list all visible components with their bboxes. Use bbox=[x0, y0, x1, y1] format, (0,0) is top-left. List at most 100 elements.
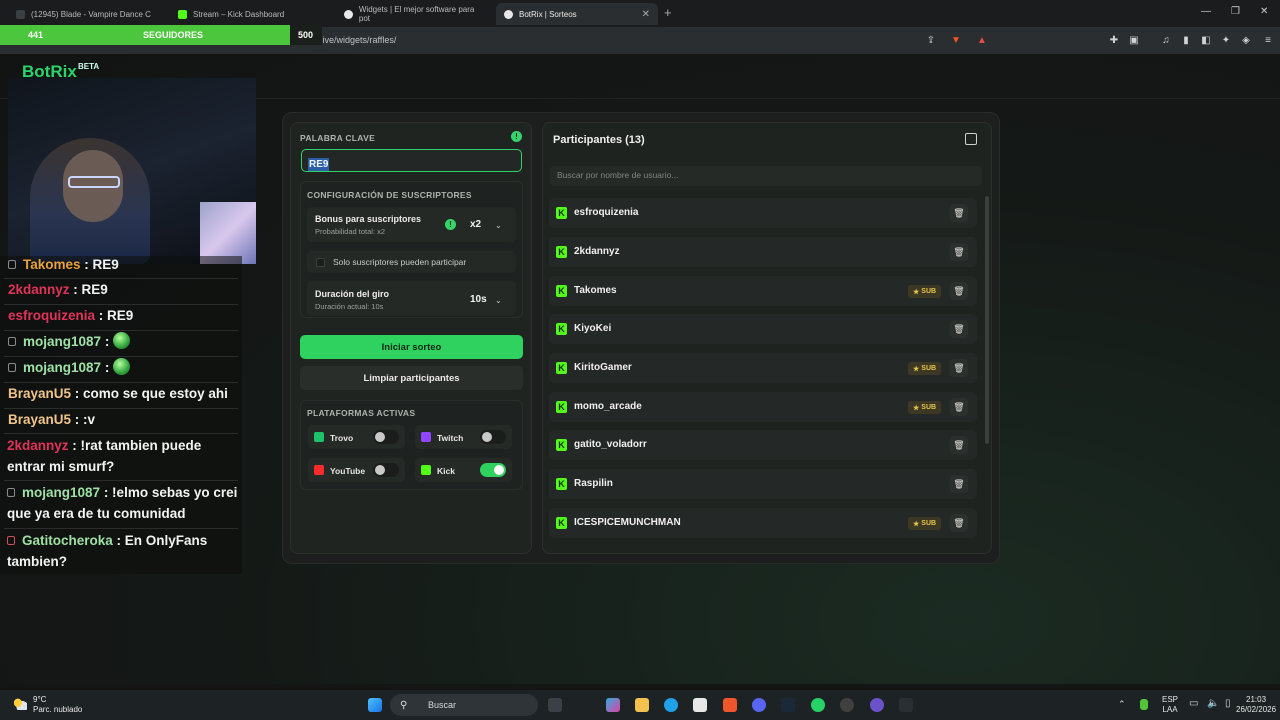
sub-badge-label: SUB bbox=[921, 288, 937, 295]
chat-user: Takomes bbox=[23, 257, 81, 272]
clock[interactable]: 21:03 26/02/2026 bbox=[1236, 695, 1276, 715]
chat-message: Gatitocheroka : En OnlyFans tambien? bbox=[7, 530, 243, 572]
trovo-toggle[interactable] bbox=[373, 430, 399, 444]
botrix-favicon-icon bbox=[344, 9, 353, 19]
chat-user: Gatitocheroka bbox=[22, 533, 113, 548]
chat-text: : RE9 bbox=[98, 308, 134, 323]
close-tab-icon[interactable]: ✕ bbox=[642, 9, 650, 20]
taskbar-search[interactable]: Buscar bbox=[390, 694, 538, 716]
obs-icon[interactable] bbox=[840, 698, 854, 712]
toggle-knob bbox=[375, 432, 385, 442]
store-icon[interactable] bbox=[693, 698, 707, 712]
twitch-toggle[interactable] bbox=[480, 430, 506, 444]
bonus-row bbox=[307, 207, 516, 242]
trovo-icon bbox=[314, 432, 324, 442]
wallet-icon[interactable]: ◧ bbox=[1200, 34, 1212, 46]
chat-text: : bbox=[104, 360, 110, 375]
minimize-icon[interactable]: — bbox=[1201, 6, 1211, 17]
trash-icon[interactable]: 🗑 bbox=[950, 282, 968, 300]
kick-icon: K bbox=[556, 517, 567, 529]
network-icon[interactable]: ▭ bbox=[1189, 698, 1198, 709]
follower-goal-bar: 441 SEGUIDORES 500 bbox=[0, 25, 322, 45]
bonus-subtitle: Probabilidad total: x2 bbox=[315, 227, 386, 236]
chat-text: : como se que estoy ahi bbox=[74, 386, 228, 401]
share-icon[interactable]: ⇪ bbox=[925, 34, 937, 46]
tab-botrix-sorteos[interactable]: BotRix | Sorteos ✕ bbox=[496, 3, 658, 25]
kick-icon: K bbox=[556, 401, 567, 413]
participant-name: gatito_voladorr bbox=[574, 439, 647, 450]
brave-shields-icon[interactable]: ▼ bbox=[950, 34, 962, 46]
spin-duration-select[interactable]: 10s bbox=[470, 294, 487, 305]
vpn-shield-icon[interactable]: ◈ bbox=[1240, 34, 1252, 46]
tab-widgets[interactable]: Widgets | El mejor software para pot bbox=[336, 3, 494, 25]
participant-name: Raspilin bbox=[574, 478, 613, 489]
participants-scrollbar[interactable] bbox=[985, 196, 989, 444]
discord-icon[interactable] bbox=[752, 698, 766, 712]
steam-icon[interactable] bbox=[781, 698, 795, 712]
maximize-icon[interactable]: ❐ bbox=[1231, 6, 1240, 17]
platform-kick: Kick bbox=[415, 458, 512, 482]
trash-icon[interactable]: 🗑 bbox=[950, 320, 968, 338]
trash-icon[interactable]: 🗑 bbox=[950, 243, 968, 261]
tab-kick-dashboard[interactable]: Stream – Kick Dashboard bbox=[170, 3, 335, 25]
leo-ai-icon[interactable]: ✦ bbox=[1220, 34, 1232, 46]
chevron-down-icon[interactable]: ⌄ bbox=[495, 221, 502, 230]
extensions-icon[interactable]: ✚ bbox=[1108, 34, 1120, 46]
sub-badge-label: SUB bbox=[921, 404, 937, 411]
input-language[interactable]: ESP LAA bbox=[1162, 695, 1178, 715]
app-icon[interactable] bbox=[899, 698, 913, 712]
toggle-knob bbox=[375, 465, 385, 475]
copy-icon[interactable] bbox=[965, 133, 977, 145]
task-view-icon[interactable] bbox=[548, 698, 562, 712]
volume-icon[interactable]: 🔈 bbox=[1207, 698, 1219, 709]
kick-toggle[interactable] bbox=[480, 463, 506, 477]
chevron-up-icon[interactable]: ⌃ bbox=[1118, 699, 1126, 710]
start-icon[interactable] bbox=[368, 698, 382, 712]
battery-icon[interactable]: ▯ bbox=[1225, 698, 1231, 709]
youtube-toggle[interactable] bbox=[373, 463, 399, 477]
brave-rewards-icon[interactable]: ▲ bbox=[976, 34, 988, 46]
subs-section-label: CONFIGURACIÓN DE SUSCRIPTORES bbox=[307, 190, 472, 200]
screenshot-icon[interactable]: ▣ bbox=[1128, 34, 1140, 46]
star-icon: ★ bbox=[913, 520, 920, 528]
platform-twitch: Twitch bbox=[415, 425, 512, 449]
clear-participants-button[interactable]: Limpiar participantes bbox=[300, 366, 523, 390]
new-tab-icon[interactable]: + bbox=[664, 5, 672, 20]
kick-icon: K bbox=[556, 285, 567, 297]
info-icon[interactable]: ! bbox=[445, 219, 456, 230]
trash-icon[interactable]: 🗑 bbox=[950, 398, 968, 416]
tab-youtube[interactable]: (12945) Blade - Vampire Dance C bbox=[8, 3, 168, 25]
close-window-icon[interactable]: ✕ bbox=[1260, 6, 1268, 17]
file-explorer-icon[interactable] bbox=[635, 698, 649, 712]
keyword-input[interactable]: RE9 bbox=[301, 149, 522, 172]
subs-only-checkbox[interactable] bbox=[316, 258, 325, 267]
info-icon[interactable]: ! bbox=[511, 131, 522, 142]
participant-search-input[interactable]: Buscar por nombre de usuario... bbox=[550, 166, 982, 186]
copilot-icon[interactable] bbox=[606, 698, 620, 712]
start-raffle-button[interactable]: Iniciar sorteo bbox=[300, 335, 523, 359]
media-icon[interactable]: ♫ bbox=[1160, 34, 1172, 46]
whatsapp-icon[interactable] bbox=[811, 698, 825, 712]
chat-text: : :v bbox=[74, 412, 96, 427]
toggle-knob bbox=[482, 432, 492, 442]
brave-icon[interactable] bbox=[723, 698, 737, 712]
menu-icon[interactable]: ≡ bbox=[1262, 34, 1274, 46]
trash-icon[interactable]: 🗑 bbox=[950, 514, 968, 532]
trash-icon[interactable]: 🗑 bbox=[950, 436, 968, 454]
sidebar-icon[interactable]: ▮ bbox=[1180, 34, 1192, 46]
chat-message: BrayanU5 : como se que estoy ahi bbox=[8, 383, 244, 404]
trash-icon[interactable]: 🗑 bbox=[950, 204, 968, 222]
trash-icon[interactable]: 🗑 bbox=[950, 359, 968, 377]
app-icon[interactable] bbox=[870, 698, 884, 712]
tray-app-icon[interactable] bbox=[1140, 699, 1148, 710]
bonus-multiplier-select[interactable]: x2 bbox=[470, 219, 481, 230]
trash-icon[interactable]: 🗑 bbox=[950, 475, 968, 493]
chat-user: 2kdannyz bbox=[8, 282, 70, 297]
sub-badge: ★ SUB bbox=[908, 517, 942, 530]
chevron-down-icon[interactable]: ⌄ bbox=[495, 296, 502, 305]
weather-widget[interactable]: 9°C Parc. nublado bbox=[13, 695, 82, 715]
chat-user: mojang1087 bbox=[22, 485, 101, 500]
edge-icon[interactable] bbox=[664, 698, 678, 712]
chat-message: 2kdannyz : !rat tambien puede entrar mi … bbox=[7, 435, 243, 477]
sub-badge-label: SUB bbox=[921, 365, 937, 372]
